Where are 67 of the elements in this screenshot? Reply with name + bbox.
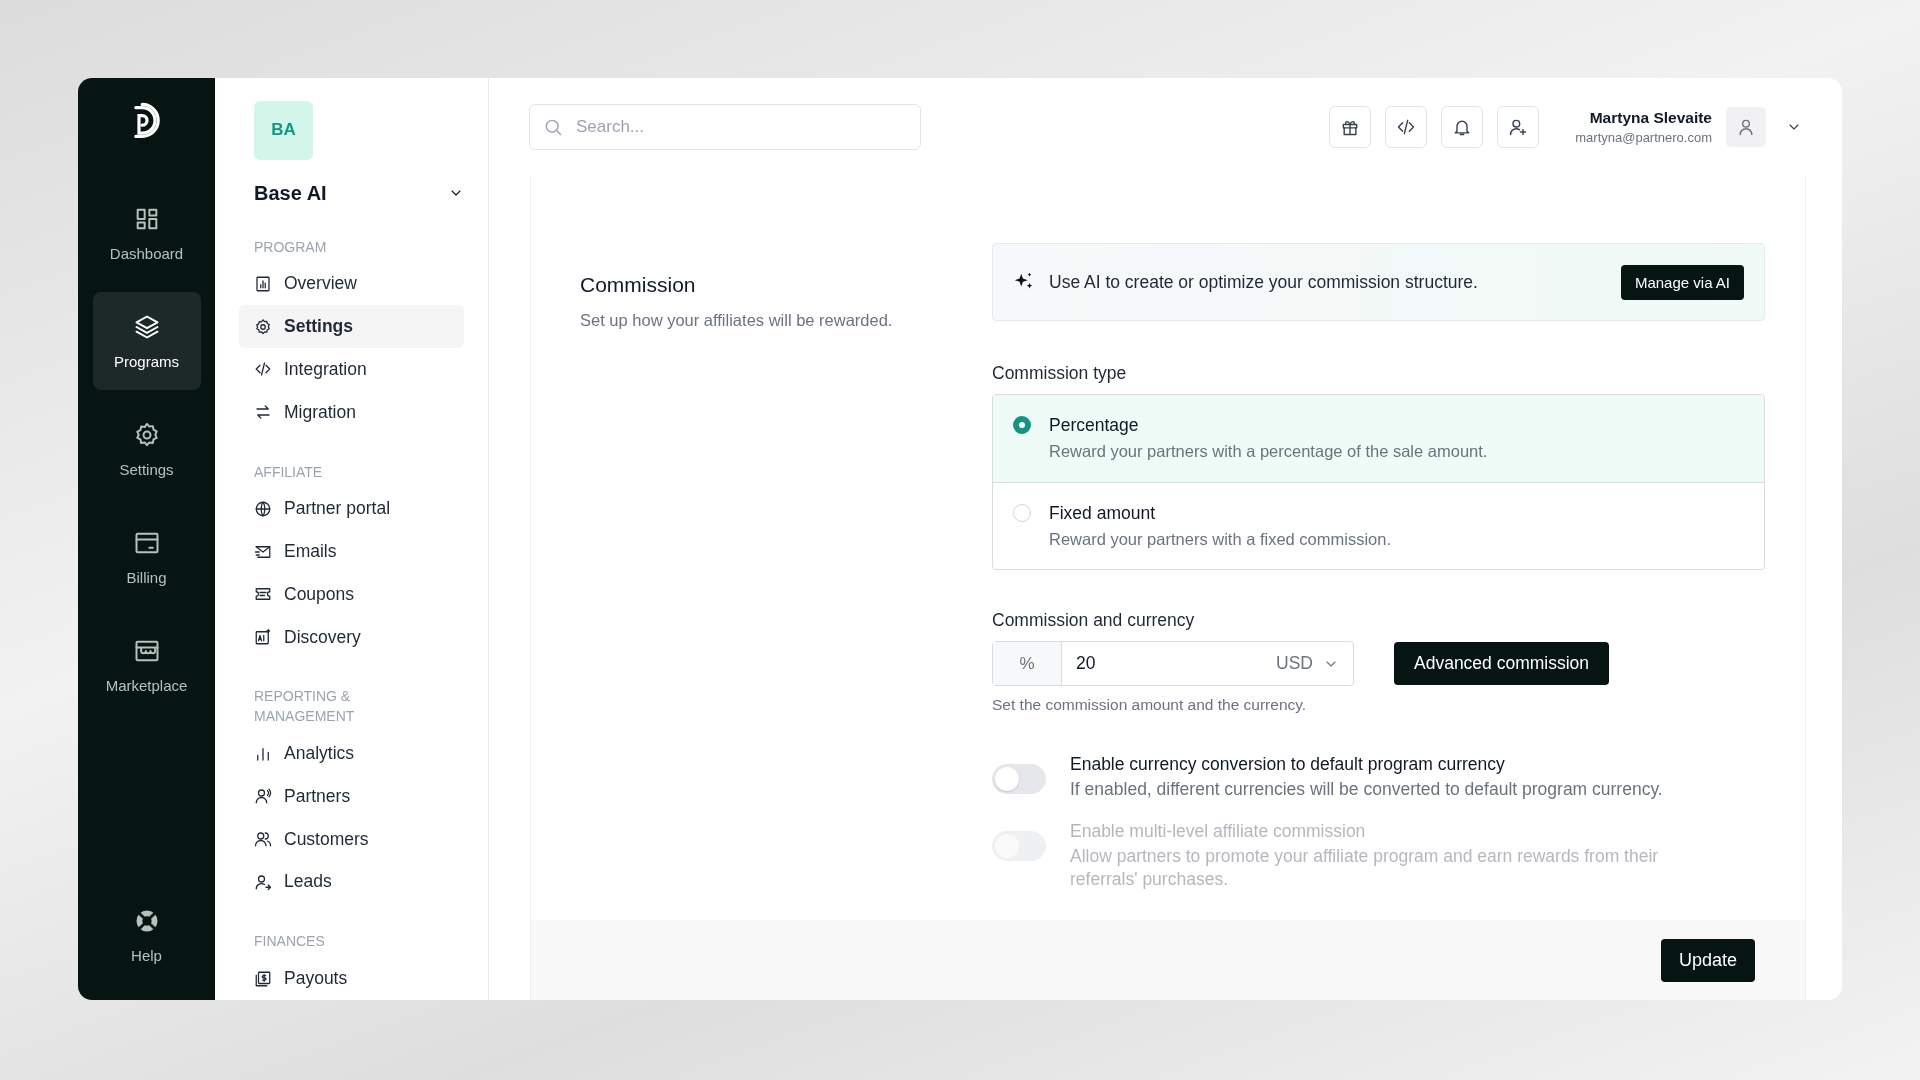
- sidebar-nav-item[interactable]: Integration: [239, 348, 464, 391]
- rail-nav-item[interactable]: Help: [92, 886, 201, 984]
- dollar-document-icon: [254, 969, 272, 988]
- swap-arrows-icon: [254, 403, 272, 422]
- option-title: Fixed amount: [1049, 503, 1157, 524]
- person-arrow-icon: [254, 872, 272, 891]
- program-switcher[interactable]: Base AI: [254, 181, 464, 205]
- toolbar-button[interactable]: [1329, 105, 1372, 148]
- toolbar-button[interactable]: [1385, 105, 1428, 148]
- rail-nav-item[interactable]: Billing: [92, 508, 201, 606]
- sidebar-nav-item[interactable]: Leads: [239, 860, 464, 904]
- search-field[interactable]: Search...: [529, 103, 921, 150]
- currency-dropdown[interactable]: USD: [1276, 653, 1353, 674]
- sidebar-nav-item[interactable]: Coupons: [239, 572, 464, 616]
- field-hint: Set the commission amount and the currency.: [992, 696, 1308, 714]
- toolbar-button[interactable]: [1441, 105, 1484, 148]
- sidebar-nav-item[interactable]: Payouts: [239, 957, 464, 1000]
- sidebar-nav-item[interactable]: Discovery: [239, 615, 464, 659]
- toggle-title: Enable multi-level affiliate commission: [1070, 821, 1367, 842]
- toggle-title: Enable currency conversion to default program currency: [1070, 754, 1506, 775]
- section-heading: PROGRAM: [254, 237, 328, 257]
- option-description: Reward your partners with a fixed commission.: [1049, 530, 1392, 549]
- update-button[interactable]: Update: [1660, 938, 1755, 982]
- user-name: Martyna Slevaite: [1588, 108, 1712, 127]
- unit-label: %: [993, 642, 1062, 685]
- user-avatar[interactable]: [1726, 106, 1766, 147]
- commission-type-option[interactable]: Fixed amount Reward your partners with a fixed commission.: [993, 482, 1764, 569]
- section-heading: AFFILIATE: [254, 462, 324, 482]
- sidebar-nav-item[interactable]: Customers: [239, 817, 464, 861]
- program-avatar: BA: [254, 101, 313, 160]
- advanced-commission-button[interactable]: Advanced commission: [1394, 642, 1610, 685]
- option-title: Percentage: [1049, 415, 1140, 436]
- ai-image-icon: [254, 628, 272, 646]
- amount-field[interactable]: 20: [1062, 653, 1277, 674]
- field-label: Commission and currency: [992, 610, 1196, 631]
- sidebar-nav-item[interactable]: Overview: [239, 262, 464, 306]
- user-email: martyna@partnero.com: [1575, 129, 1712, 145]
- manage-via-ai-button[interactable]: Manage via AI: [1620, 264, 1744, 300]
- sidebar-nav-item[interactable]: Partners: [239, 775, 464, 818]
- sidebar-nav-item[interactable]: Migration: [239, 390, 464, 434]
- sidebar-nav-item[interactable]: Settings: [239, 305, 464, 349]
- sidebar-nav-item[interactable]: Analytics: [239, 732, 464, 776]
- sidebar-nav-item[interactable]: Partner portal: [239, 487, 464, 531]
- rail-nav-item[interactable]: Marketplace: [92, 616, 201, 714]
- ai-banner-text: Use AI to create or optimize your commission structure.: [1049, 271, 1479, 293]
- section-title: Commission: [580, 273, 697, 297]
- section-heading: REPORTING & MANAGEMENT: [254, 687, 356, 727]
- rail-nav-item[interactable]: Settings: [92, 400, 201, 498]
- person-speaking-icon: [254, 787, 272, 806]
- toolbar-button[interactable]: [1497, 105, 1540, 148]
- code-icon: [254, 360, 272, 379]
- field-label: Commission type: [992, 363, 1128, 384]
- rail-nav-item[interactable]: Programs: [92, 292, 201, 390]
- toggle-description: If enabled, different currencies will be converted to default program currency.: [1070, 778, 1663, 801]
- rail-nav-item[interactable]: Dashboard: [92, 184, 201, 282]
- option-description: Reward your partners with a percentage of the sale amount.: [1049, 442, 1488, 461]
- toggle-description: Allow partners to promote your affiliate program and earn rewards from their referrals' purchases.: [1070, 845, 1660, 891]
- radio-button[interactable]: [1013, 416, 1031, 434]
- commission-type-option[interactable]: Percentage Reward your partners with a percentage of the sale amount.: [993, 395, 1764, 482]
- toggle-switch[interactable]: [992, 764, 1046, 794]
- section-heading: FINANCES: [254, 932, 326, 952]
- globe-icon: [254, 499, 272, 518]
- gear-icon: [254, 317, 272, 336]
- report-icon: [254, 275, 272, 293]
- section-subtitle: Set up how your affiliates will be rewarded.: [580, 311, 894, 330]
- sidebar-nav-item[interactable]: Emails: [239, 530, 464, 573]
- people-icon: [254, 830, 272, 849]
